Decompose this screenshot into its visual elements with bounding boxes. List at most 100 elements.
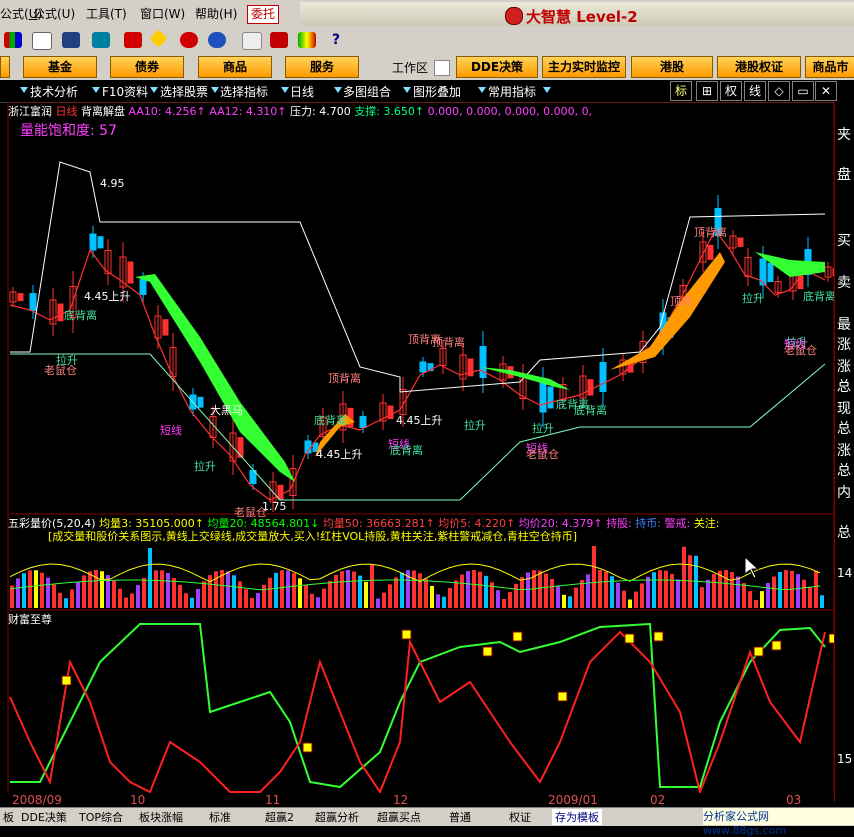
date-label: 2009/01 bbox=[548, 793, 598, 807]
menu-item-formula[interactable]: 公式(U) bbox=[33, 5, 75, 22]
tab-super2[interactable]: 超赢2 bbox=[262, 809, 297, 825]
tab-edge[interactable]: 板 bbox=[0, 809, 17, 825]
func-select-indicator[interactable]: 选择指标 bbox=[220, 83, 268, 100]
volume-bar bbox=[520, 577, 524, 608]
volume-bar bbox=[412, 570, 416, 608]
cat-btn-edge[interactable] bbox=[0, 56, 10, 78]
trade-button[interactable]: 委托 bbox=[247, 5, 279, 24]
cat-btn-fund[interactable]: 基金 bbox=[23, 56, 97, 78]
print-icon[interactable] bbox=[242, 32, 262, 50]
tab-standard[interactable]: 标准 bbox=[206, 809, 234, 825]
trend-band-green bbox=[480, 367, 570, 390]
tab-sector[interactable]: 板块涨幅 bbox=[136, 809, 186, 825]
tab-normal[interactable]: 普通 bbox=[446, 809, 474, 825]
favorite-icon[interactable] bbox=[180, 32, 198, 48]
volume-note: [成交量和股价关系图示,黄线上交绿线,成交量放大,买入!红柱VOL持股,黄柱关注… bbox=[48, 530, 578, 543]
candle bbox=[127, 261, 134, 284]
volume-bar bbox=[496, 590, 500, 608]
volume-bar bbox=[118, 588, 122, 608]
signal-marker-icon bbox=[302, 742, 313, 753]
date-label: 11 bbox=[265, 793, 281, 807]
cat-btn-dde[interactable]: DDE决策 bbox=[456, 56, 538, 78]
stock-icon[interactable] bbox=[92, 32, 110, 48]
bar-icon[interactable] bbox=[298, 32, 316, 48]
volume-value: 关注: bbox=[690, 517, 720, 530]
cat-btn-hk-warrant[interactable]: 港股权证 bbox=[717, 56, 801, 78]
tab-save-template[interactable]: 存为模板 bbox=[552, 809, 602, 825]
flag-icon[interactable] bbox=[4, 32, 22, 48]
volume-bar bbox=[574, 587, 578, 608]
tab-warrant[interactable]: 权证 bbox=[506, 809, 534, 825]
volume-bar bbox=[100, 571, 104, 608]
func-multi-chart[interactable]: 多图组合 bbox=[343, 83, 391, 100]
tab-top[interactable]: TOP综合 bbox=[76, 809, 126, 825]
cat-btn-commodity-market[interactable]: 商品市 bbox=[805, 56, 854, 78]
volume-bar bbox=[76, 581, 80, 608]
btn-max[interactable]: ▭ bbox=[792, 81, 814, 101]
volume-bar bbox=[448, 588, 452, 608]
indicator-name: 背离解盘 bbox=[81, 105, 125, 118]
volume-bar bbox=[172, 577, 176, 608]
func-tech-analysis[interactable]: 技术分析 bbox=[30, 83, 78, 100]
warning-icon[interactable] bbox=[149, 29, 168, 48]
volume-bar bbox=[460, 574, 464, 608]
btn-grid[interactable]: ⊞ bbox=[696, 81, 718, 101]
btn-line[interactable]: 线 bbox=[744, 81, 766, 101]
binoculars-icon[interactable] bbox=[62, 32, 80, 48]
func-f10[interactable]: F10资料 bbox=[102, 83, 148, 100]
workspace-label[interactable]: 工作区 bbox=[392, 59, 428, 76]
chart-annotation: 拉升 bbox=[742, 292, 764, 305]
btn-mark[interactable]: 标 bbox=[670, 81, 692, 101]
volume-bar bbox=[52, 584, 56, 608]
func-overlay[interactable]: 图形叠加 bbox=[413, 83, 461, 100]
volume-bar bbox=[310, 593, 314, 608]
alert-icon[interactable] bbox=[124, 32, 142, 48]
signal-marker-icon bbox=[557, 691, 568, 702]
btn-weight[interactable]: 权 bbox=[720, 81, 742, 101]
dropdown-icon bbox=[20, 87, 28, 93]
btn-close[interactable]: ✕ bbox=[815, 81, 837, 101]
volume-bar bbox=[754, 599, 758, 608]
tab-super-buy[interactable]: 超赢买点 bbox=[374, 809, 424, 825]
cat-btn-bond[interactable]: 债券 bbox=[110, 56, 184, 78]
volume-bar bbox=[742, 583, 746, 608]
tab-super-analysis[interactable]: 超赢分析 bbox=[312, 809, 362, 825]
func-daily[interactable]: 日线 bbox=[290, 83, 314, 100]
date-label: 12 bbox=[393, 793, 409, 807]
indicator-values: AA10: 4.256↑ AA12: 4.310↑ 压力: 4.700 支撑: … bbox=[129, 105, 593, 118]
workspace-dropdown-icon[interactable] bbox=[434, 60, 450, 76]
function-bar: 技术分析 F10资料 选择股票 选择指标 日线 多图组合 图形叠加 常用指标 标… bbox=[0, 80, 854, 103]
toolbar: ? bbox=[0, 28, 854, 55]
candle bbox=[737, 237, 744, 247]
cat-btn-service[interactable]: 服务 bbox=[285, 56, 359, 78]
tab-dde[interactable]: DDE决策 bbox=[18, 809, 70, 825]
menu-item-help[interactable]: 帮助(H) bbox=[195, 5, 237, 22]
btn-restore[interactable]: ◇ bbox=[768, 81, 790, 101]
cat-btn-hk[interactable]: 港股 bbox=[631, 56, 713, 78]
rss-icon[interactable] bbox=[208, 32, 226, 48]
volume-bar bbox=[700, 587, 704, 608]
volume-bar bbox=[40, 572, 44, 608]
func-common-indicator[interactable]: 常用指标 bbox=[488, 83, 536, 100]
chart-icon[interactable] bbox=[32, 32, 52, 50]
cat-btn-monitor[interactable]: 主力实时监控 bbox=[542, 56, 626, 78]
help-icon[interactable]: ? bbox=[332, 32, 350, 48]
volume-bar bbox=[484, 575, 488, 608]
layout-icon[interactable] bbox=[270, 32, 288, 48]
dropdown-icon bbox=[150, 87, 158, 93]
volume-bar bbox=[598, 570, 602, 608]
volume-bar bbox=[298, 578, 302, 608]
candle bbox=[139, 279, 147, 295]
chart-annotation: 底背离 bbox=[803, 290, 836, 303]
cat-btn-commodity[interactable]: 商品 bbox=[198, 56, 272, 78]
volume-bar bbox=[166, 572, 170, 608]
volume-bar bbox=[244, 589, 248, 608]
menu-item-tools[interactable]: 工具(T) bbox=[86, 5, 127, 22]
volume-bar bbox=[466, 571, 470, 608]
candle bbox=[707, 244, 714, 260]
volume-bar bbox=[430, 585, 434, 608]
menu-item-window[interactable]: 窗口(W) bbox=[140, 5, 185, 22]
volume-bar bbox=[562, 594, 566, 608]
chart-annotation: 底背离 bbox=[390, 444, 423, 457]
func-select-stock[interactable]: 选择股票 bbox=[160, 83, 208, 100]
